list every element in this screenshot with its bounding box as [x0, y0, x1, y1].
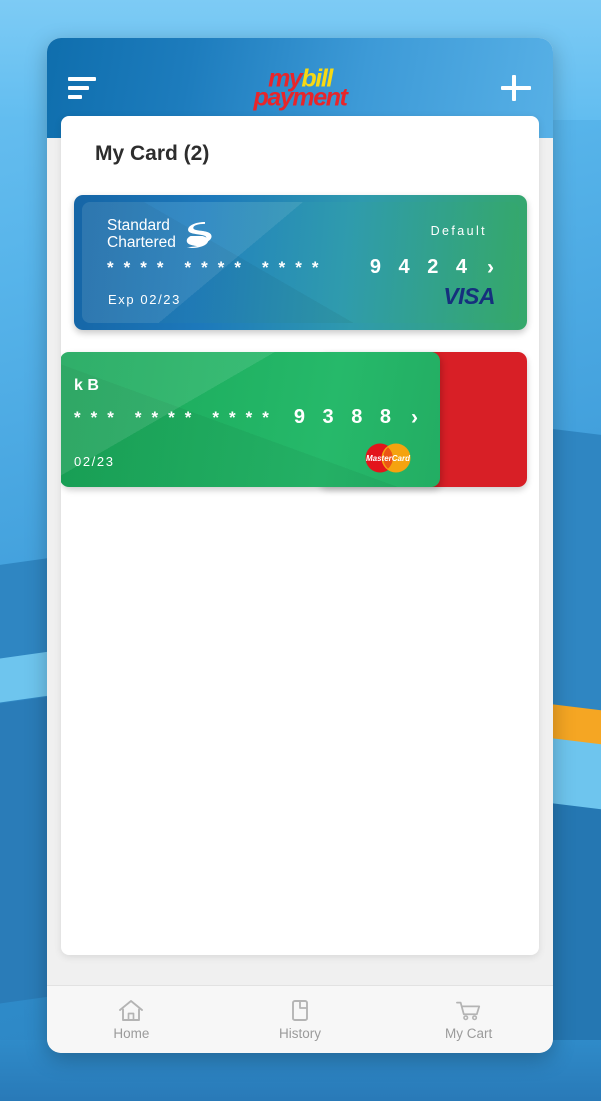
content-sheet: My Card (2) Standard Chartered Default *… — [61, 116, 539, 955]
card2-expiry: 02/23 — [74, 454, 115, 469]
nav-item-my-cart[interactable]: My Cart — [384, 986, 553, 1053]
standard-chartered-logo: Standard Chartered — [107, 217, 212, 251]
bank-name-line-2: Chartered — [107, 233, 176, 251]
hamburger-menu-icon[interactable] — [68, 76, 98, 100]
standard-chartered-mark-icon — [186, 221, 212, 248]
mask-char: * — [90, 408, 98, 427]
nav-label-my-cart: My Cart — [445, 1026, 493, 1041]
card-expiry: Exp 02/23 — [108, 292, 181, 307]
mask-char: * — [201, 258, 208, 277]
mask-char: * — [151, 408, 159, 427]
mask-char: * — [184, 258, 192, 277]
nav-item-history[interactable]: History — [216, 986, 385, 1053]
hamburger-line-2 — [68, 86, 89, 90]
nav-label-history: History — [279, 1026, 322, 1041]
card2-number-row: * * * * * * * * * * * 9 3 8 8 › — [74, 406, 418, 429]
mastercard-logo-icon: MasterCard — [365, 443, 411, 473]
card-row-2: k B * * * * * * * * * * * 9 3 8 8 › 02/2… — [61, 352, 539, 487]
saved-card-bank-b[interactable]: k B * * * * * * * * * * * 9 3 8 8 › 02/2… — [61, 352, 440, 487]
svg-text:MasterCard: MasterCard — [366, 454, 411, 463]
mask-char: * — [140, 258, 147, 277]
visa-logo: VISA — [443, 283, 495, 309]
hamburger-line-1 — [68, 77, 96, 81]
default-badge: Default — [430, 224, 487, 238]
mask-char: * — [212, 408, 219, 427]
card-mask-group-1: * * * * — [107, 259, 164, 276]
app-body: My Card (2) Standard Chartered Default *… — [47, 116, 553, 985]
cart-icon — [455, 1001, 480, 1021]
card-row-1: Standard Chartered Default * * * * * * *… — [61, 195, 539, 330]
logo-text-payment: payment — [253, 83, 347, 112]
card2-last4: 9 3 8 8 — [293, 406, 397, 428]
mask-char: * — [184, 408, 192, 427]
hamburger-line-3 — [68, 95, 82, 99]
nav-item-home[interactable]: Home — [47, 986, 216, 1053]
mask-char: * — [156, 258, 164, 277]
history-icon — [292, 1000, 308, 1021]
mask-char: * — [262, 258, 269, 277]
app-logo: mybill payment — [253, 66, 347, 112]
mask-char: * — [74, 408, 81, 427]
add-card-plus-icon[interactable] — [499, 71, 533, 105]
mask-char: * — [295, 258, 302, 277]
mask-char: * — [245, 408, 253, 427]
mask-char: * — [134, 408, 142, 427]
nav-label-home: Home — [113, 1026, 150, 1041]
bottom-navigation-bar: Home History My Cart — [47, 985, 553, 1053]
mask-char: * — [234, 258, 241, 277]
card-list: Standard Chartered Default * * * * * * *… — [61, 166, 539, 487]
card-mask-group-3: * * * * — [212, 409, 269, 426]
home-icon — [119, 1000, 144, 1021]
card-mask-group-2: * * * * — [185, 259, 242, 276]
mask-char: * — [107, 408, 114, 427]
mask-char: * — [217, 258, 225, 277]
card-mask-group-1: * * * — [74, 409, 114, 426]
chevron-right-icon[interactable]: › — [411, 407, 418, 428]
saved-card-standard-chartered[interactable]: Standard Chartered Default * * * * * * *… — [74, 195, 527, 330]
card-mask-group-2: * * * * — [135, 409, 192, 426]
page-title: My Card (2) — [95, 142, 210, 165]
mask-char: * — [123, 258, 131, 277]
mask-char: * — [278, 258, 286, 277]
mask-char: * — [168, 408, 175, 427]
mask-char: * — [107, 258, 114, 277]
mask-char: * — [262, 408, 269, 427]
phone-frame: mybill payment My Card (2) Standard Char… — [47, 38, 553, 1053]
mask-char: * — [311, 258, 319, 277]
mask-char: * — [229, 408, 236, 427]
card2-bank-name: k B — [74, 377, 99, 394]
card-number-row: * * * * * * * * * * * * 9 4 2 4 › — [107, 256, 494, 279]
chevron-right-icon[interactable]: › — [487, 257, 494, 278]
card-last4: 9 4 2 4 — [369, 256, 473, 278]
card-face: Standard Chartered Default * * * * * * *… — [82, 202, 519, 323]
card-mask-group-3: * * * * — [262, 259, 319, 276]
bank-name-line-1: Standard — [107, 217, 170, 234]
